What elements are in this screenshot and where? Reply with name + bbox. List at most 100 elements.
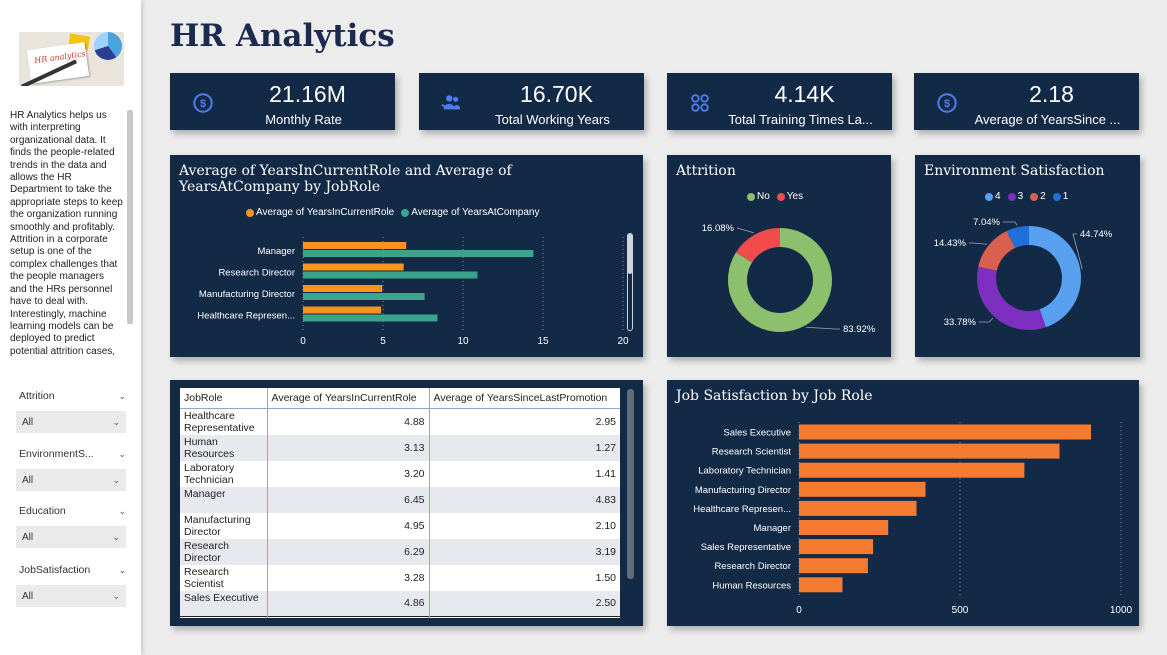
dropdown-value: All [22, 474, 34, 486]
table-cell: Laboratory Technician [180, 460, 268, 487]
table-scrollbar[interactable] [627, 389, 634, 579]
grid-circles-icon [691, 94, 709, 112]
table-cell: 3.28 [267, 564, 430, 591]
description-box[interactable]: HR Analytics helps us with interpreting … [0, 110, 134, 372]
category-label: Sales Representative [701, 542, 791, 553]
table-cell: 3.19 [429, 538, 620, 565]
table-row[interactable]: Healthcare Representative 4.88 2.95 [180, 408, 620, 435]
table-total-cell: 4.23 [267, 616, 430, 618]
table-cell: 3.13 [267, 434, 430, 461]
kpi-card-average-years-since[interactable]: $ 2.18 Average of YearsSince ... [914, 73, 1139, 130]
table-row[interactable]: Human Resources 3.13 1.27 [180, 434, 620, 461]
kpi-label: Total Working Years [495, 112, 610, 127]
leader-line [736, 227, 754, 234]
column-header[interactable]: Average of YearsInCurrentRole [267, 388, 430, 409]
attrition-dropdown[interactable]: All ⌄ [16, 411, 126, 433]
bar-years-in-current-role [303, 242, 407, 249]
x-tick-label: 1000 [1110, 605, 1133, 616]
svg-text:$: $ [944, 98, 950, 110]
category-label: Manufacturing Director [199, 289, 295, 300]
slice-label: 83.92% [843, 324, 876, 335]
slice-label: 16.08% [702, 223, 735, 234]
category-label: Laboratory Technician [698, 466, 791, 477]
chevron-down-icon[interactable]: ⌄ [118, 391, 126, 402]
bar-years-in-current-role [303, 306, 382, 314]
slicer-education: Education ⌄ All ⌄ [16, 505, 126, 548]
donut-slice [977, 266, 1046, 330]
chevron-down-icon: ⌄ [112, 416, 120, 427]
slice-label: 7.04% [973, 217, 1000, 228]
slicer-title: Attrition [19, 390, 55, 402]
kpi-label: Average of YearsSince ... [974, 112, 1121, 127]
bar-years-at-company [303, 293, 425, 300]
dropdown-value: All [22, 416, 34, 428]
attrition-donut-chart: 83.92% 16.08% [702, 223, 876, 335]
slice-label: 44.74% [1080, 229, 1113, 240]
table-cell: Human Resources [180, 434, 268, 461]
kpi-card-monthly-rate[interactable]: $ 21.16M Monthly Rate [170, 73, 395, 130]
table-cell: 4.95 [267, 512, 430, 539]
chevron-down-icon[interactable]: ⌄ [118, 506, 126, 517]
job-satisfaction-bar [799, 443, 1060, 459]
table-total-cell: 2.18 [429, 616, 620, 618]
job-satisfaction-panel[interactable]: Job Satisfaction by Job Role 0 500 1000 Sal… [667, 380, 1139, 626]
slicer-title: JobSatisfaction [19, 564, 91, 576]
table-total-row: Total4.232.18 [180, 616, 620, 618]
job-satisfaction-bar [799, 500, 917, 516]
table-cell: 1.50 [595, 571, 616, 584]
chart-scrollbar[interactable] [627, 233, 633, 331]
category-label: Manager [258, 246, 296, 257]
table-total-cell: Total [180, 616, 268, 618]
table-row[interactable]: Research Director 6.29 3.19 [180, 538, 620, 565]
description-scrollbar[interactable] [127, 110, 133, 324]
table-cell: 1.41 [595, 467, 616, 480]
kpi-card-total-working-years[interactable]: 16.70K Total Working Years [419, 73, 644, 130]
logo-text: HR analytics [33, 49, 87, 66]
bar-years-in-current-role [303, 285, 383, 292]
x-tick-label: 20 [617, 336, 629, 347]
education-dropdown[interactable]: All ⌄ [16, 526, 126, 548]
slice-label: 33.78% [944, 317, 977, 328]
environment-dropdown[interactable]: All ⌄ [16, 469, 126, 491]
job-role-table[interactable]: JobRole Average of YearsInCurrentRole Av… [180, 388, 620, 618]
column-header[interactable]: Average of YearsSinceLastPromotion [429, 388, 620, 409]
job-satisfaction-dropdown[interactable]: All ⌄ [16, 585, 126, 607]
environment-donut-chart: 44.74% 33.78% 14.43% 7.04% [934, 217, 1113, 330]
table-cell: 2.50 [429, 590, 620, 617]
table-cell: Sales Executive [180, 590, 268, 617]
kpi-card-total-training-times[interactable]: 4.14K Total Training Times La... [667, 73, 892, 130]
dollar-circle-icon: $ [193, 93, 213, 113]
chevron-down-icon[interactable]: ⌄ [118, 565, 126, 576]
job-satisfaction-bar [799, 424, 1092, 440]
x-tick-label: 0 [796, 605, 802, 616]
table-row[interactable]: Research Scientist 3.28 1.50 [180, 564, 620, 591]
dropdown-value: All [22, 531, 34, 543]
kpi-label: Monthly Rate [265, 112, 342, 127]
x-tick-label: 10 [457, 336, 469, 347]
scroll-thumb[interactable] [628, 234, 632, 274]
bar-years-in-current-role [303, 263, 404, 271]
x-tick-label: 5 [380, 336, 386, 347]
table-row[interactable]: Manufacturing Director 4.95 2.10 [180, 512, 620, 539]
table-cell: 2.95 [595, 415, 616, 428]
environment-satisfaction-panel[interactable]: Environment Satisfaction 4 3 2 1 44.74% 3… [915, 155, 1140, 357]
bar-years-at-company [303, 271, 478, 279]
table-row[interactable]: Laboratory Technician 3.20 1.41 [180, 460, 620, 487]
role-years-bar-chart: 0 5 10 15 20 Manager Research Director Manufact… [197, 237, 629, 347]
attrition-chart-panel[interactable]: Attrition No Yes 83.92% 16.08% [667, 155, 891, 357]
job-satisfaction-bar [799, 462, 1025, 478]
category-label: Research Director [218, 268, 295, 279]
chevron-down-icon[interactable]: ⌄ [118, 449, 126, 460]
table-row[interactable]: Manager 6.45 4.83 [180, 486, 620, 513]
category-label: Research Scientist [712, 447, 792, 458]
kpi-value: 16.70K [520, 81, 593, 107]
role-years-chart-panel[interactable]: Average of YearsInCurrentRole and Averag… [170, 155, 643, 357]
people-icon [441, 95, 461, 110]
table-row[interactable]: Sales Executive 4.86 2.50 [180, 590, 620, 617]
table-cell: 3.20 [267, 460, 430, 487]
job-satisfaction-bar-chart: 0 500 1000 Sales Executive Research Scientis… [693, 422, 1133, 616]
column-header[interactable]: JobRole [180, 388, 268, 409]
kpi-value: 2.18 [1029, 81, 1074, 107]
table-cell: 4.88 [267, 408, 430, 435]
leader-line [1003, 221, 1018, 226]
